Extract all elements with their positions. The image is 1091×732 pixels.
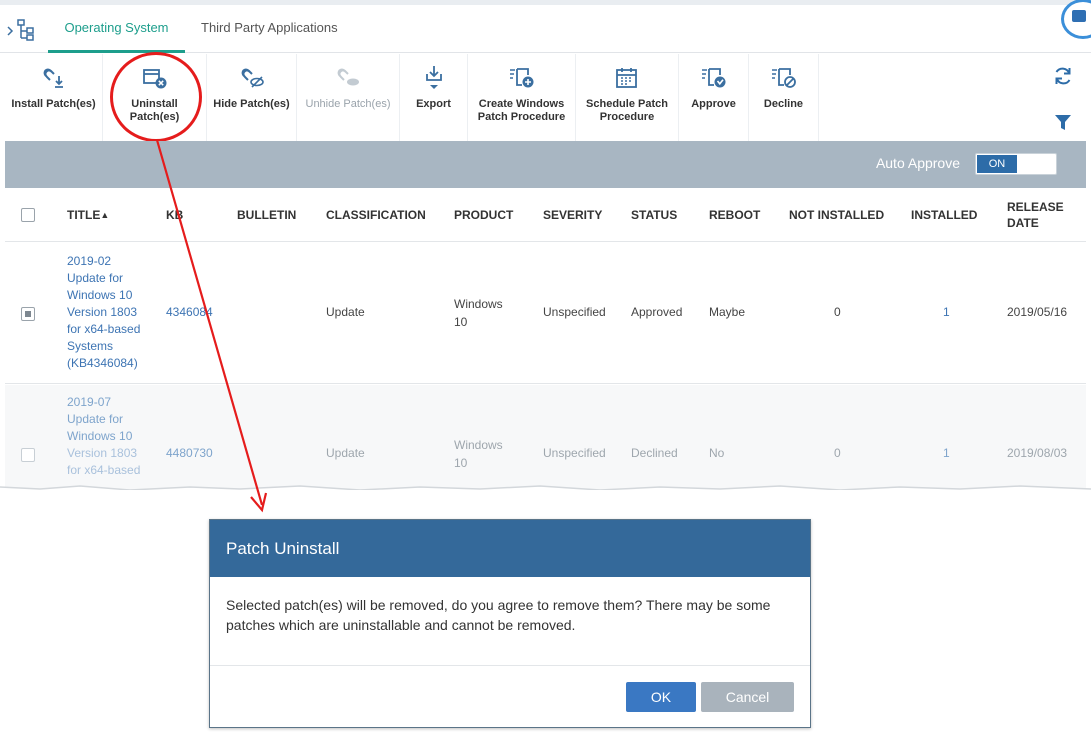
column-status[interactable]: STATUS: [631, 188, 677, 242]
dialog-message-line: Selected patch(es) will be removed, do y…: [226, 597, 771, 613]
column-reboot[interactable]: REBOOT: [709, 188, 760, 242]
column-title[interactable]: TITLE ▲: [67, 188, 109, 242]
release-date-cell: 2019/08/03: [1007, 446, 1068, 460]
create-windows-patch-procedure-label: Create Windows Patch Procedure: [477, 98, 566, 123]
classification-cell: Update: [326, 446, 365, 460]
column-title-label: TITLE: [67, 208, 101, 222]
status-cell: Declined: [631, 446, 678, 460]
column-severity[interactable]: SEVERITY: [543, 188, 602, 242]
title-line: 2019-02: [67, 254, 112, 268]
sort-asc-icon: ▲: [100, 210, 110, 220]
install-patches-button[interactable]: Install Patch(es): [5, 54, 103, 141]
tab-third-party-applications[interactable]: Third Party Applications: [201, 5, 338, 53]
dialog-message-line: patches which are uninstallable and cann…: [226, 617, 576, 633]
table-row[interactable]: 2019-07 Update for Windows 10 Version 18…: [5, 385, 1086, 490]
column-not-installed[interactable]: NOT INSTALLED: [789, 188, 884, 242]
schedule-patch-procedure-button[interactable]: Schedule Patch Procedure: [576, 54, 679, 141]
title-line: 2019-07: [67, 395, 112, 409]
reboot-cell: Maybe: [709, 305, 746, 319]
patch-management-window: Operating System Third Party Application…: [0, 0, 1091, 490]
title-line: Version 1803: [67, 446, 138, 460]
auto-approve-bar: Auto Approve ON: [5, 141, 1086, 188]
column-kb[interactable]: KB: [166, 188, 183, 242]
tab-bar: Operating System Third Party Application…: [0, 0, 1091, 53]
ok-button[interactable]: OK: [626, 682, 696, 712]
tree-toggle-icon[interactable]: [6, 17, 38, 41]
annotation-highlight-circle: [110, 52, 202, 142]
tab-operating-system[interactable]: Operating System: [48, 5, 185, 53]
column-installed[interactable]: INSTALLED: [911, 188, 977, 242]
hide-patches-label: Hide Patch(es): [213, 98, 290, 110]
decline-label: Decline: [763, 98, 804, 110]
release-date-cell: 2019/05/16: [1007, 305, 1068, 319]
approve-icon: [701, 66, 727, 90]
create-windows-patch-procedure-button[interactable]: Create Windows Patch Procedure: [468, 54, 576, 141]
title-line: for x64-based: [67, 463, 141, 477]
calendar-icon: [614, 66, 640, 90]
approve-label: Approve: [691, 98, 736, 110]
reboot-cell: No: [709, 446, 725, 460]
export-label: Export: [416, 98, 451, 110]
row-checkbox[interactable]: [21, 307, 35, 321]
column-classification[interactable]: CLASSIFICATION: [326, 188, 426, 242]
video-help-icon[interactable]: [1061, 0, 1091, 39]
dialog-message: Selected patch(es) will be removed, do y…: [226, 595, 796, 635]
title-line: for x64-based: [67, 322, 141, 336]
create-procedure-icon: [509, 66, 535, 90]
refresh-icon[interactable]: [1053, 66, 1073, 86]
title-line: Update for: [67, 412, 124, 426]
schedule-patch-procedure-label: Schedule Patch Procedure: [586, 98, 668, 123]
kb-link[interactable]: 4346084: [166, 304, 213, 321]
kb-link[interactable]: 4480730: [166, 445, 213, 462]
title-line: (KB4346084): [67, 356, 138, 370]
title-line: Systems: [67, 339, 114, 353]
patch-title-link[interactable]: 2019-02 Update for Windows 10 Version 18…: [67, 253, 140, 372]
severity-cell: Unspecified: [543, 446, 606, 460]
installed-count-link[interactable]: 1: [943, 304, 950, 321]
approve-button[interactable]: Approve: [679, 54, 749, 141]
cancel-button[interactable]: Cancel: [701, 682, 794, 712]
patch-title-link[interactable]: 2019-07 Update for Windows 10 Version 18…: [67, 394, 140, 479]
product-cell: Windows 10: [454, 438, 503, 470]
product-cell: Windows 10: [454, 297, 503, 329]
dialog-divider: [210, 665, 810, 666]
column-product[interactable]: PRODUCT: [454, 188, 513, 242]
install-patch-icon: [41, 66, 67, 90]
row-checkbox[interactable]: [21, 448, 35, 462]
dialog-header: Patch Uninstall: [210, 520, 810, 577]
status-cell: Approved: [631, 305, 683, 319]
title-line: Windows 10: [67, 288, 133, 302]
decline-button[interactable]: Decline: [749, 54, 819, 141]
unhide-patches-button[interactable]: Unhide Patch(es): [297, 54, 400, 141]
auto-approve-label: Auto Approve: [875, 155, 960, 171]
patch-uninstall-dialog: Patch Uninstall Selected patch(es) will …: [209, 519, 811, 728]
unhide-patch-icon: [335, 66, 361, 90]
toggle-state: ON: [977, 155, 1017, 173]
export-icon: [421, 66, 447, 90]
table-row[interactable]: 2019-02 Update for Windows 10 Version 18…: [5, 243, 1086, 384]
title-line: Update for: [67, 271, 124, 285]
title-line: Version 1803: [67, 305, 138, 319]
install-patches-label: Install Patch(es): [11, 98, 96, 110]
hide-patches-button[interactable]: Hide Patch(es): [207, 54, 297, 141]
unhide-patches-label: Unhide Patch(es): [305, 98, 391, 110]
decline-icon: [771, 66, 797, 90]
hide-patch-icon: [239, 66, 265, 90]
export-button[interactable]: Export: [400, 54, 468, 141]
column-bulletin[interactable]: BULLETIN: [237, 188, 296, 242]
installed-count-link[interactable]: 1: [943, 445, 950, 462]
not-installed-cell: 0: [834, 305, 841, 319]
title-line: Windows 10: [67, 429, 133, 443]
severity-cell: Unspecified: [543, 305, 606, 319]
column-release-date[interactable]: RELEASE DATE: [1007, 188, 1064, 242]
classification-cell: Update: [326, 305, 365, 319]
dialog-title: Patch Uninstall: [226, 539, 340, 558]
filter-icon[interactable]: [1054, 114, 1072, 132]
torn-edge: [0, 485, 1091, 490]
not-installed-cell: 0: [834, 446, 841, 460]
auto-approve-toggle[interactable]: ON: [975, 153, 1057, 175]
select-all-checkbox[interactable]: [21, 208, 35, 222]
table-header: TITLE ▲ KB BULLETIN CLASSIFICATION PRODUC…: [5, 188, 1086, 242]
